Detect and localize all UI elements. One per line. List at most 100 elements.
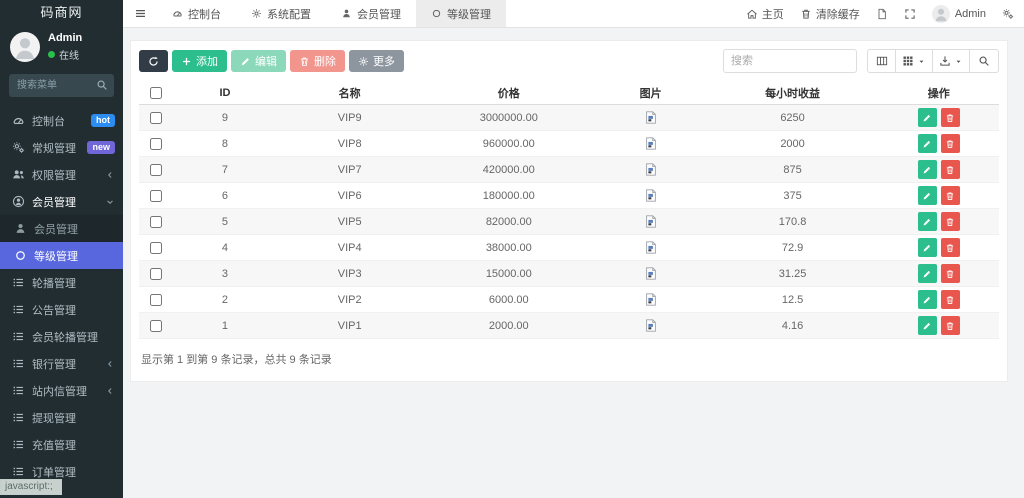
broken-image-icon (644, 109, 658, 126)
row-edit-button[interactable] (918, 186, 937, 205)
sidebar-item-会员轮播管理[interactable]: 会员轮播管理 (0, 323, 123, 350)
list-icon (12, 276, 25, 289)
refresh-button[interactable] (139, 50, 168, 72)
sidebar-toggle-button[interactable] (123, 0, 157, 27)
pencil-icon (240, 56, 251, 67)
column-header: 图片 (595, 82, 707, 105)
cell-id: 8 (173, 131, 276, 157)
row-edit-button[interactable] (918, 108, 937, 127)
row-checkbox[interactable] (150, 190, 162, 202)
sidebar-item-等级管理[interactable]: 等级管理 (0, 242, 123, 269)
table-row[interactable]: 7VIP7420000.00875 (139, 157, 999, 183)
row-delete-button[interactable] (941, 160, 960, 179)
navbar-right: 主页 清除缓存 Admin (730, 0, 1024, 27)
row-edit-button[interactable] (918, 160, 937, 179)
nav-page-button[interactable] (876, 8, 888, 20)
table-row[interactable]: 3VIP315000.0031.25 (139, 261, 999, 287)
table-row[interactable]: 4VIP438000.0072.9 (139, 235, 999, 261)
toolbar-buttons: 添加编辑删除更多 (139, 50, 404, 72)
more-button[interactable]: 更多 (349, 50, 404, 72)
row-edit-button[interactable] (918, 238, 937, 257)
sidebar-item-label: 会员管理 (34, 221, 115, 237)
nav-link-label: 清除缓存 (816, 6, 860, 22)
nav-主页-button[interactable]: 主页 (746, 6, 784, 22)
cell-id: 6 (173, 183, 276, 209)
cell-id: 4 (173, 235, 276, 261)
broken-image-icon (644, 161, 658, 178)
sidebar-item-站内信管理[interactable]: 站内信管理 (0, 377, 123, 404)
caret-down-icon (954, 57, 963, 66)
select-all-checkbox[interactable] (150, 87, 162, 99)
sidebar-item-充值管理[interactable]: 充值管理 (0, 431, 123, 458)
add-button[interactable]: 添加 (172, 50, 227, 72)
row-delete-button[interactable] (941, 316, 960, 335)
table-row[interactable]: 9VIP93000000.006250 (139, 105, 999, 131)
row-edit-button[interactable] (918, 212, 937, 231)
pencil-icon (922, 191, 932, 201)
row-delete-button[interactable] (941, 290, 960, 309)
delete-button[interactable]: 删除 (290, 50, 345, 72)
tab-等级管理[interactable]: 等级管理 (416, 0, 506, 27)
row-edit-button[interactable] (918, 264, 937, 283)
row-checkbox[interactable] (150, 112, 162, 124)
settings-button[interactable] (1002, 8, 1014, 20)
pencil-icon (922, 321, 932, 331)
tab-会员管理[interactable]: 会员管理 (326, 0, 416, 27)
table-row[interactable]: 2VIP26000.0012.5 (139, 287, 999, 313)
table-row[interactable]: 5VIP582000.00170.8 (139, 209, 999, 235)
row-delete-button[interactable] (941, 186, 960, 205)
user-menu[interactable]: Admin (932, 5, 986, 23)
row-edit-button[interactable] (918, 290, 937, 309)
sidebar-item-label: 订单管理 (32, 464, 115, 480)
row-checkbox[interactable] (150, 164, 162, 176)
row-delete-button[interactable] (941, 264, 960, 283)
tab-系统配置[interactable]: 系统配置 (236, 0, 326, 27)
row-delete-button[interactable] (941, 108, 960, 127)
row-checkbox[interactable] (150, 268, 162, 280)
row-checkbox[interactable] (150, 138, 162, 150)
row-edit-button[interactable] (918, 316, 937, 335)
row-delete-button[interactable] (941, 134, 960, 153)
sidebar-item-银行管理[interactable]: 银行管理 (0, 350, 123, 377)
sidebar-item-会员管理[interactable]: 会员管理 (0, 215, 123, 242)
table-row[interactable]: 1VIP12000.004.16 (139, 313, 999, 339)
row-checkbox[interactable] (150, 320, 162, 332)
list-icon (12, 357, 25, 370)
cell-price: 82000.00 (423, 209, 595, 235)
nav-清除缓存-button[interactable]: 清除缓存 (800, 6, 860, 22)
row-checkbox[interactable] (150, 242, 162, 254)
sidebar-item-控制台[interactable]: 控制台hot (0, 107, 123, 134)
cell-name: VIP9 (277, 105, 423, 131)
search-button[interactable] (970, 49, 999, 73)
sidebar-item-会员管理[interactable]: 会员管理 (0, 188, 123, 215)
plus-icon (181, 56, 192, 67)
row-delete-button[interactable] (941, 238, 960, 257)
sidebar-item-label: 银行管理 (32, 356, 105, 372)
cell-name: VIP4 (277, 235, 423, 261)
row-edit-button[interactable] (918, 134, 937, 153)
sidebar-item-常规管理[interactable]: 常规管理new (0, 134, 123, 161)
tab-控制台[interactable]: 控制台 (157, 0, 236, 27)
row-checkbox[interactable] (150, 294, 162, 306)
columns-button[interactable] (896, 49, 933, 73)
list-icon (12, 465, 25, 478)
dashboard-icon (12, 114, 25, 127)
table-search-input[interactable] (723, 49, 857, 73)
export-button[interactable] (933, 49, 970, 73)
row-checkbox[interactable] (150, 216, 162, 228)
sidebar-item-轮播管理[interactable]: 轮播管理 (0, 269, 123, 296)
sidebar-item-公告管理[interactable]: 公告管理 (0, 296, 123, 323)
table-row[interactable]: 6VIP6180000.00375 (139, 183, 999, 209)
main-content: 添加编辑删除更多 ID名称价格图片每小时收益操作 9VIP93000000.00… (123, 27, 1024, 498)
list-icon (12, 411, 25, 424)
sidebar-item-提现管理[interactable]: 提现管理 (0, 404, 123, 431)
edit-button[interactable]: 编辑 (231, 50, 286, 72)
nav-expand-button[interactable] (904, 8, 916, 20)
row-delete-button[interactable] (941, 212, 960, 231)
cell-name: VIP5 (277, 209, 423, 235)
table-row[interactable]: 8VIP8960000.002000 (139, 131, 999, 157)
grid-icon (902, 55, 914, 67)
sidebar-item-label: 会员轮播管理 (32, 329, 115, 345)
sidebar-item-权限管理[interactable]: 权限管理 (0, 161, 123, 188)
toggle-view-button[interactable] (867, 49, 896, 73)
